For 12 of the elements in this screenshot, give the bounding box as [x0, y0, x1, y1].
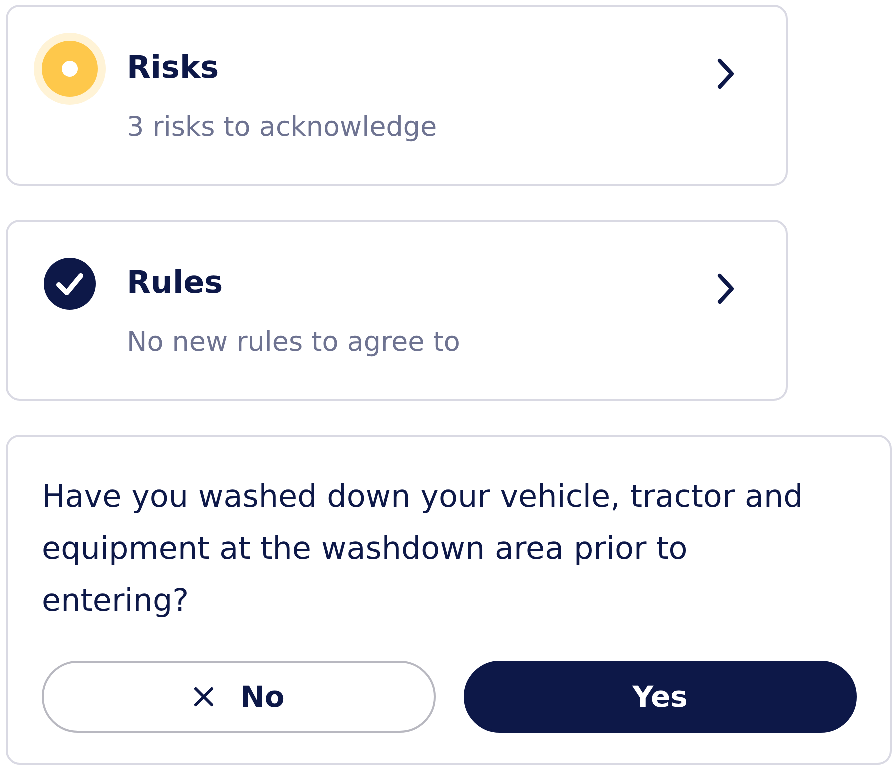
checklist-card[interactable]: Rules No new rules to agree to: [6, 220, 788, 401]
chevron-right-icon: [716, 273, 736, 305]
question-text: Have you washed down your vehicle, tractor and equipment at the washdown area prior to entering?: [42, 478, 804, 621]
yes-button[interactable]: Yes: [464, 661, 857, 733]
card-title: Risks: [127, 49, 220, 88]
checklist-card[interactable]: Risks 3 risks to acknowledge: [6, 5, 788, 186]
close-icon: [192, 686, 215, 708]
card-subtitle: 3 risks to acknowledge: [127, 111, 438, 145]
card-title: Rules: [127, 264, 224, 303]
no-button[interactable]: No: [42, 661, 436, 733]
chevron-right-icon: [716, 58, 736, 90]
card-subtitle: No new rules to agree to: [127, 326, 462, 360]
